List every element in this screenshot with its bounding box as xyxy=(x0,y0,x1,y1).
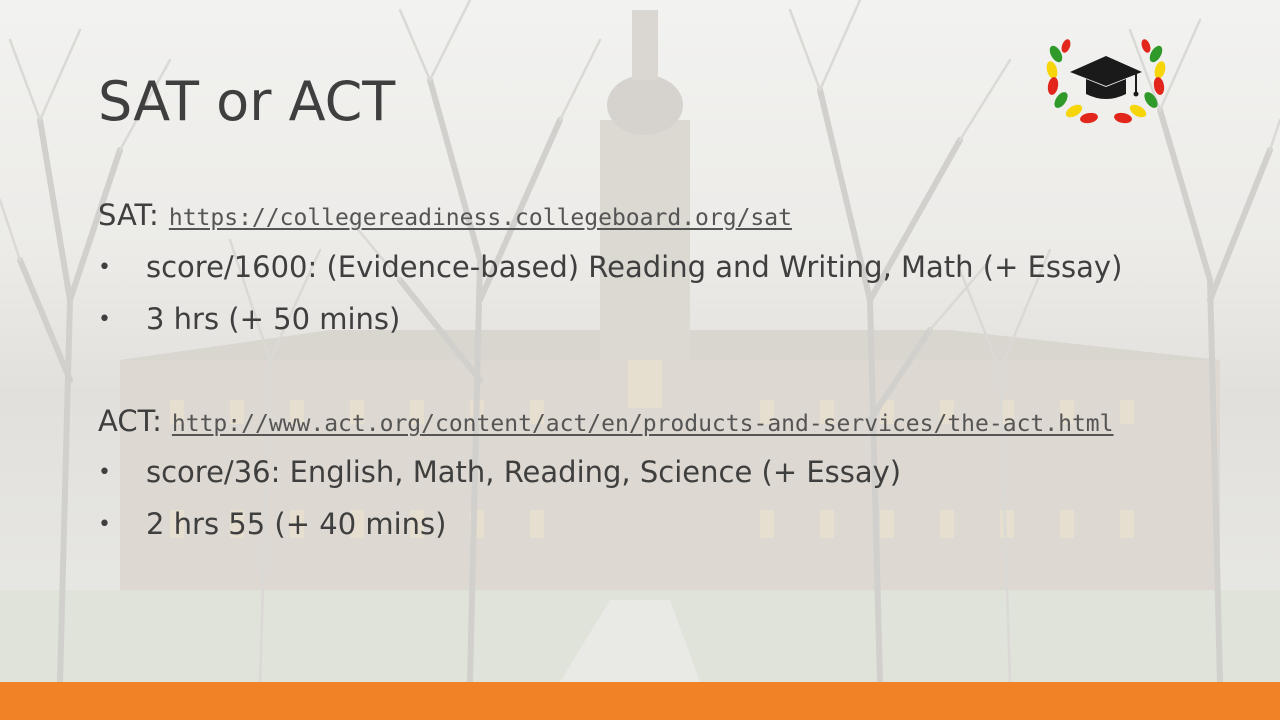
accent-footer-bar xyxy=(0,682,1280,720)
act-bullet-time: • 2 hrs 55 (+ 40 mins) xyxy=(98,507,446,541)
bullet-dot: • xyxy=(98,307,111,332)
sat-link[interactable]: https://collegereadiness.collegeboard.or… xyxy=(169,205,792,231)
act-bullet-score: • score/36: English, Math, Reading, Scien… xyxy=(98,455,901,489)
act-bullet-score-text: score/36: English, Math, Reading, Scienc… xyxy=(146,455,902,489)
bullet-dot: • xyxy=(98,255,111,280)
bullet-dot: • xyxy=(98,460,111,485)
act-label: ACT: xyxy=(98,404,162,438)
sat-bullet-score-text: score/1600: (Evidence-based) Reading and… xyxy=(146,250,1123,284)
sat-heading: SAT: https://collegereadiness.collegeboar… xyxy=(98,198,792,232)
act-heading: ACT: http://www.act.org/content/act/en/pr… xyxy=(98,404,1114,438)
slide-title: SAT or ACT xyxy=(98,70,396,133)
graduation-cap-laurel-icon xyxy=(1046,39,1166,124)
sat-label: SAT: xyxy=(98,198,159,232)
sat-bullet-score: • score/1600: (Evidence-based) Reading an… xyxy=(98,250,1122,284)
act-bullet-time-text: 2 hrs 55 (+ 40 mins) xyxy=(146,507,447,541)
sat-bullet-time: • 3 hrs (+ 50 mins) xyxy=(98,302,400,336)
act-link[interactable]: http://www.act.org/content/act/en/produc… xyxy=(172,411,1114,437)
bullet-dot: • xyxy=(98,512,111,537)
sat-bullet-time-text: 3 hrs (+ 50 mins) xyxy=(146,302,401,336)
